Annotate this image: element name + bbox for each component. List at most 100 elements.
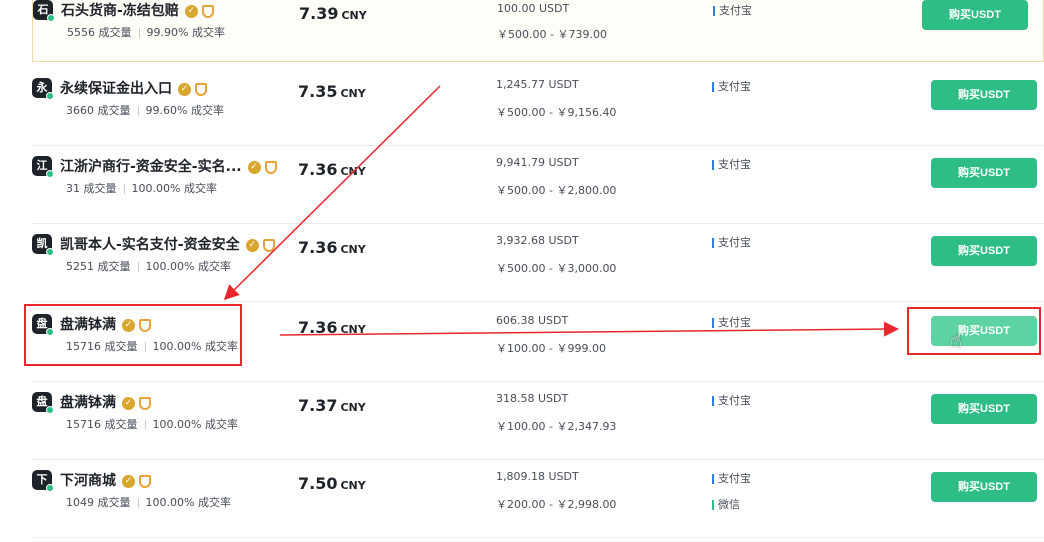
seller-name-line: 凯哥本人-实名支付-资金安全 ✓ — [60, 234, 275, 254]
shield-icon — [139, 474, 151, 488]
order-count-label: 成交量 — [98, 26, 132, 39]
completion-rate-label: 成交率 — [197, 260, 231, 273]
shield-icon — [262, 238, 275, 252]
buy-usdt-button[interactable]: 购买USDT — [931, 394, 1037, 424]
payment-marker-icon — [712, 474, 714, 484]
order-count-label: 成交量 — [83, 182, 117, 195]
order-count: 1049 — [66, 496, 94, 509]
payment-marker-icon — [712, 318, 714, 328]
price-currency: CNY — [340, 479, 366, 492]
price-value: 7.36 — [298, 238, 338, 257]
stats-divider — [123, 184, 125, 194]
seller-stats: 1049 成交量 100.00% 成交率 — [66, 494, 231, 510]
seller-avatar[interactable]: 江 — [32, 156, 54, 178]
shield-icon — [195, 82, 207, 96]
payment-method: 支付宝 — [712, 392, 751, 408]
p2p-offer-table: 石 石头货商-冻结包赔 ✓ 5556 成交量 99.90% 成交率 7.39 CNY … — [0, 0, 1044, 542]
payment-method-label: 支付宝 — [718, 158, 751, 171]
seller-avatar[interactable]: 凯 — [32, 234, 54, 256]
price-value: 7.39 — [299, 4, 339, 23]
offer-row: 石 石头货商-冻结包赔 ✓ 5556 成交量 99.90% 成交率 7.39 CNY … — [32, 0, 1044, 62]
offer-row: 永 永续保证金出入口 ✓ 3660 成交量 99.60% 成交率 7.35 CNY 1… — [32, 68, 1044, 146]
price-value: 7.36 — [298, 160, 338, 179]
seller-name[interactable]: 永续保证金出入口 — [60, 81, 172, 97]
seller-avatar[interactable]: 下 — [32, 470, 54, 492]
seller-name-line: 盘满钵满 ✓ — [60, 392, 151, 412]
price: 7.35 CNY — [298, 82, 366, 101]
order-count: 5556 — [67, 26, 95, 39]
buy-usdt-button[interactable]: 购买USDT — [931, 158, 1037, 188]
order-count-label: 成交量 — [104, 418, 138, 431]
shield-icon — [201, 4, 214, 18]
seller-name[interactable]: 江浙沪商行-资金安全-实名... — [60, 159, 242, 175]
stats-divider — [137, 106, 139, 116]
buy-usdt-button[interactable]: 购买USDT — [931, 80, 1037, 110]
verified-check-icon: ✓ — [178, 82, 191, 96]
online-dot-icon — [46, 484, 54, 492]
stats-divider — [144, 420, 146, 430]
buy-usdt-button[interactable]: 购买USDT — [931, 236, 1037, 266]
completion-rate: 100.00% — [131, 182, 181, 195]
seller-stats: 5251 成交量 100.00% 成交率 — [66, 258, 231, 274]
verified-check-icon: ✓ — [122, 474, 135, 488]
avatar-initial: 盘 — [36, 395, 48, 408]
offer-row: 凯 凯哥本人-实名支付-资金安全 ✓ 5251 成交量 100.00% 成交率 7.… — [32, 224, 1044, 302]
seller-name[interactable]: 盘满钵满 — [60, 395, 116, 411]
payment-method-2: 微信 — [712, 496, 740, 512]
available-amount: 318.58 USDT — [496, 392, 569, 405]
order-count: 5251 — [66, 260, 94, 273]
seller-name-line: 下河商城 ✓ — [60, 470, 151, 490]
order-limit: ￥500.00 - ￥739.00 — [497, 28, 607, 41]
price-currency: CNY — [340, 87, 366, 100]
offer-row: 盘 盘满钵满 ✓ 15716 成交量 100.00% 成交率 7.37 CNY 318… — [32, 382, 1044, 460]
seller-avatar[interactable]: 石 — [33, 0, 55, 22]
price-currency: CNY — [340, 165, 366, 178]
buy-usdt-button[interactable]: 购买USDT — [922, 0, 1028, 30]
online-dot-icon — [46, 248, 54, 256]
avatar-initial: 凯 — [36, 237, 48, 250]
price: 7.36 CNY — [298, 238, 366, 257]
payment-method-label: 支付宝 — [718, 236, 751, 249]
avatar-initial: 永 — [36, 81, 48, 94]
available-amount: 3,932.68 USDT — [496, 234, 579, 247]
completion-rate: 99.60% — [145, 104, 188, 117]
hand-cursor-icon: ☝ — [950, 328, 963, 352]
price-value: 7.35 — [298, 82, 338, 101]
payment-marker-icon — [712, 82, 714, 92]
seller-name[interactable]: 下河商城 — [60, 473, 116, 489]
price: 7.36 CNY — [298, 318, 366, 337]
avatar-initial: 江 — [36, 159, 48, 172]
payment-marker-icon — [712, 500, 714, 510]
payment-method: 支付宝 — [713, 2, 752, 18]
price: 7.50 CNY — [298, 474, 366, 493]
available-amount: 1,809.18 USDT — [496, 470, 579, 483]
seller-avatar[interactable]: 盘 — [32, 392, 54, 414]
payment-method-label: 支付宝 — [719, 4, 752, 17]
seller-name[interactable]: 石头货商-冻结包赔 — [61, 3, 179, 19]
buy-usdt-button[interactable]: 购买USDT — [931, 472, 1037, 502]
offer-row: 下 下河商城 ✓ 1049 成交量 100.00% 成交率 7.50 CNY 1,80… — [32, 460, 1044, 538]
offer-row: 江 江浙沪商行-资金安全-实名... ✓ 31 成交量 100.00% 成交率 7.… — [32, 146, 1044, 224]
seller-name[interactable]: 凯哥本人-实名支付-资金安全 — [60, 237, 240, 253]
seller-name-line: 江浙沪商行-资金安全-实名... ✓ — [60, 156, 277, 176]
stats-divider — [137, 498, 139, 508]
online-dot-icon — [47, 14, 55, 22]
order-count: 31 — [66, 182, 80, 195]
completion-rate-label: 成交率 — [197, 496, 231, 509]
available-amount: 100.00 USDT — [497, 2, 570, 15]
payment-method-label: 支付宝 — [718, 80, 751, 93]
verified-check-icon: ✓ — [184, 4, 198, 18]
price-value: 7.50 — [298, 474, 338, 493]
completion-rate: 100.00% — [152, 418, 202, 431]
payment-method: 支付宝 — [712, 156, 751, 172]
seller-name-line: 石头货商-冻结包赔 ✓ — [61, 0, 214, 20]
seller-avatar[interactable]: 永 — [32, 78, 54, 100]
order-count: 15716 — [66, 418, 101, 431]
order-limit: ￥500.00 - ￥9,156.40 — [496, 106, 617, 119]
stats-divider — [138, 28, 140, 38]
completion-rate: 99.90% — [146, 26, 189, 39]
order-limit: ￥500.00 - ￥2,800.00 — [496, 184, 617, 197]
payment-method: 支付宝 — [712, 234, 751, 250]
price-value: 7.37 — [298, 396, 338, 415]
order-limit: ￥200.00 - ￥2,998.00 — [496, 498, 617, 511]
